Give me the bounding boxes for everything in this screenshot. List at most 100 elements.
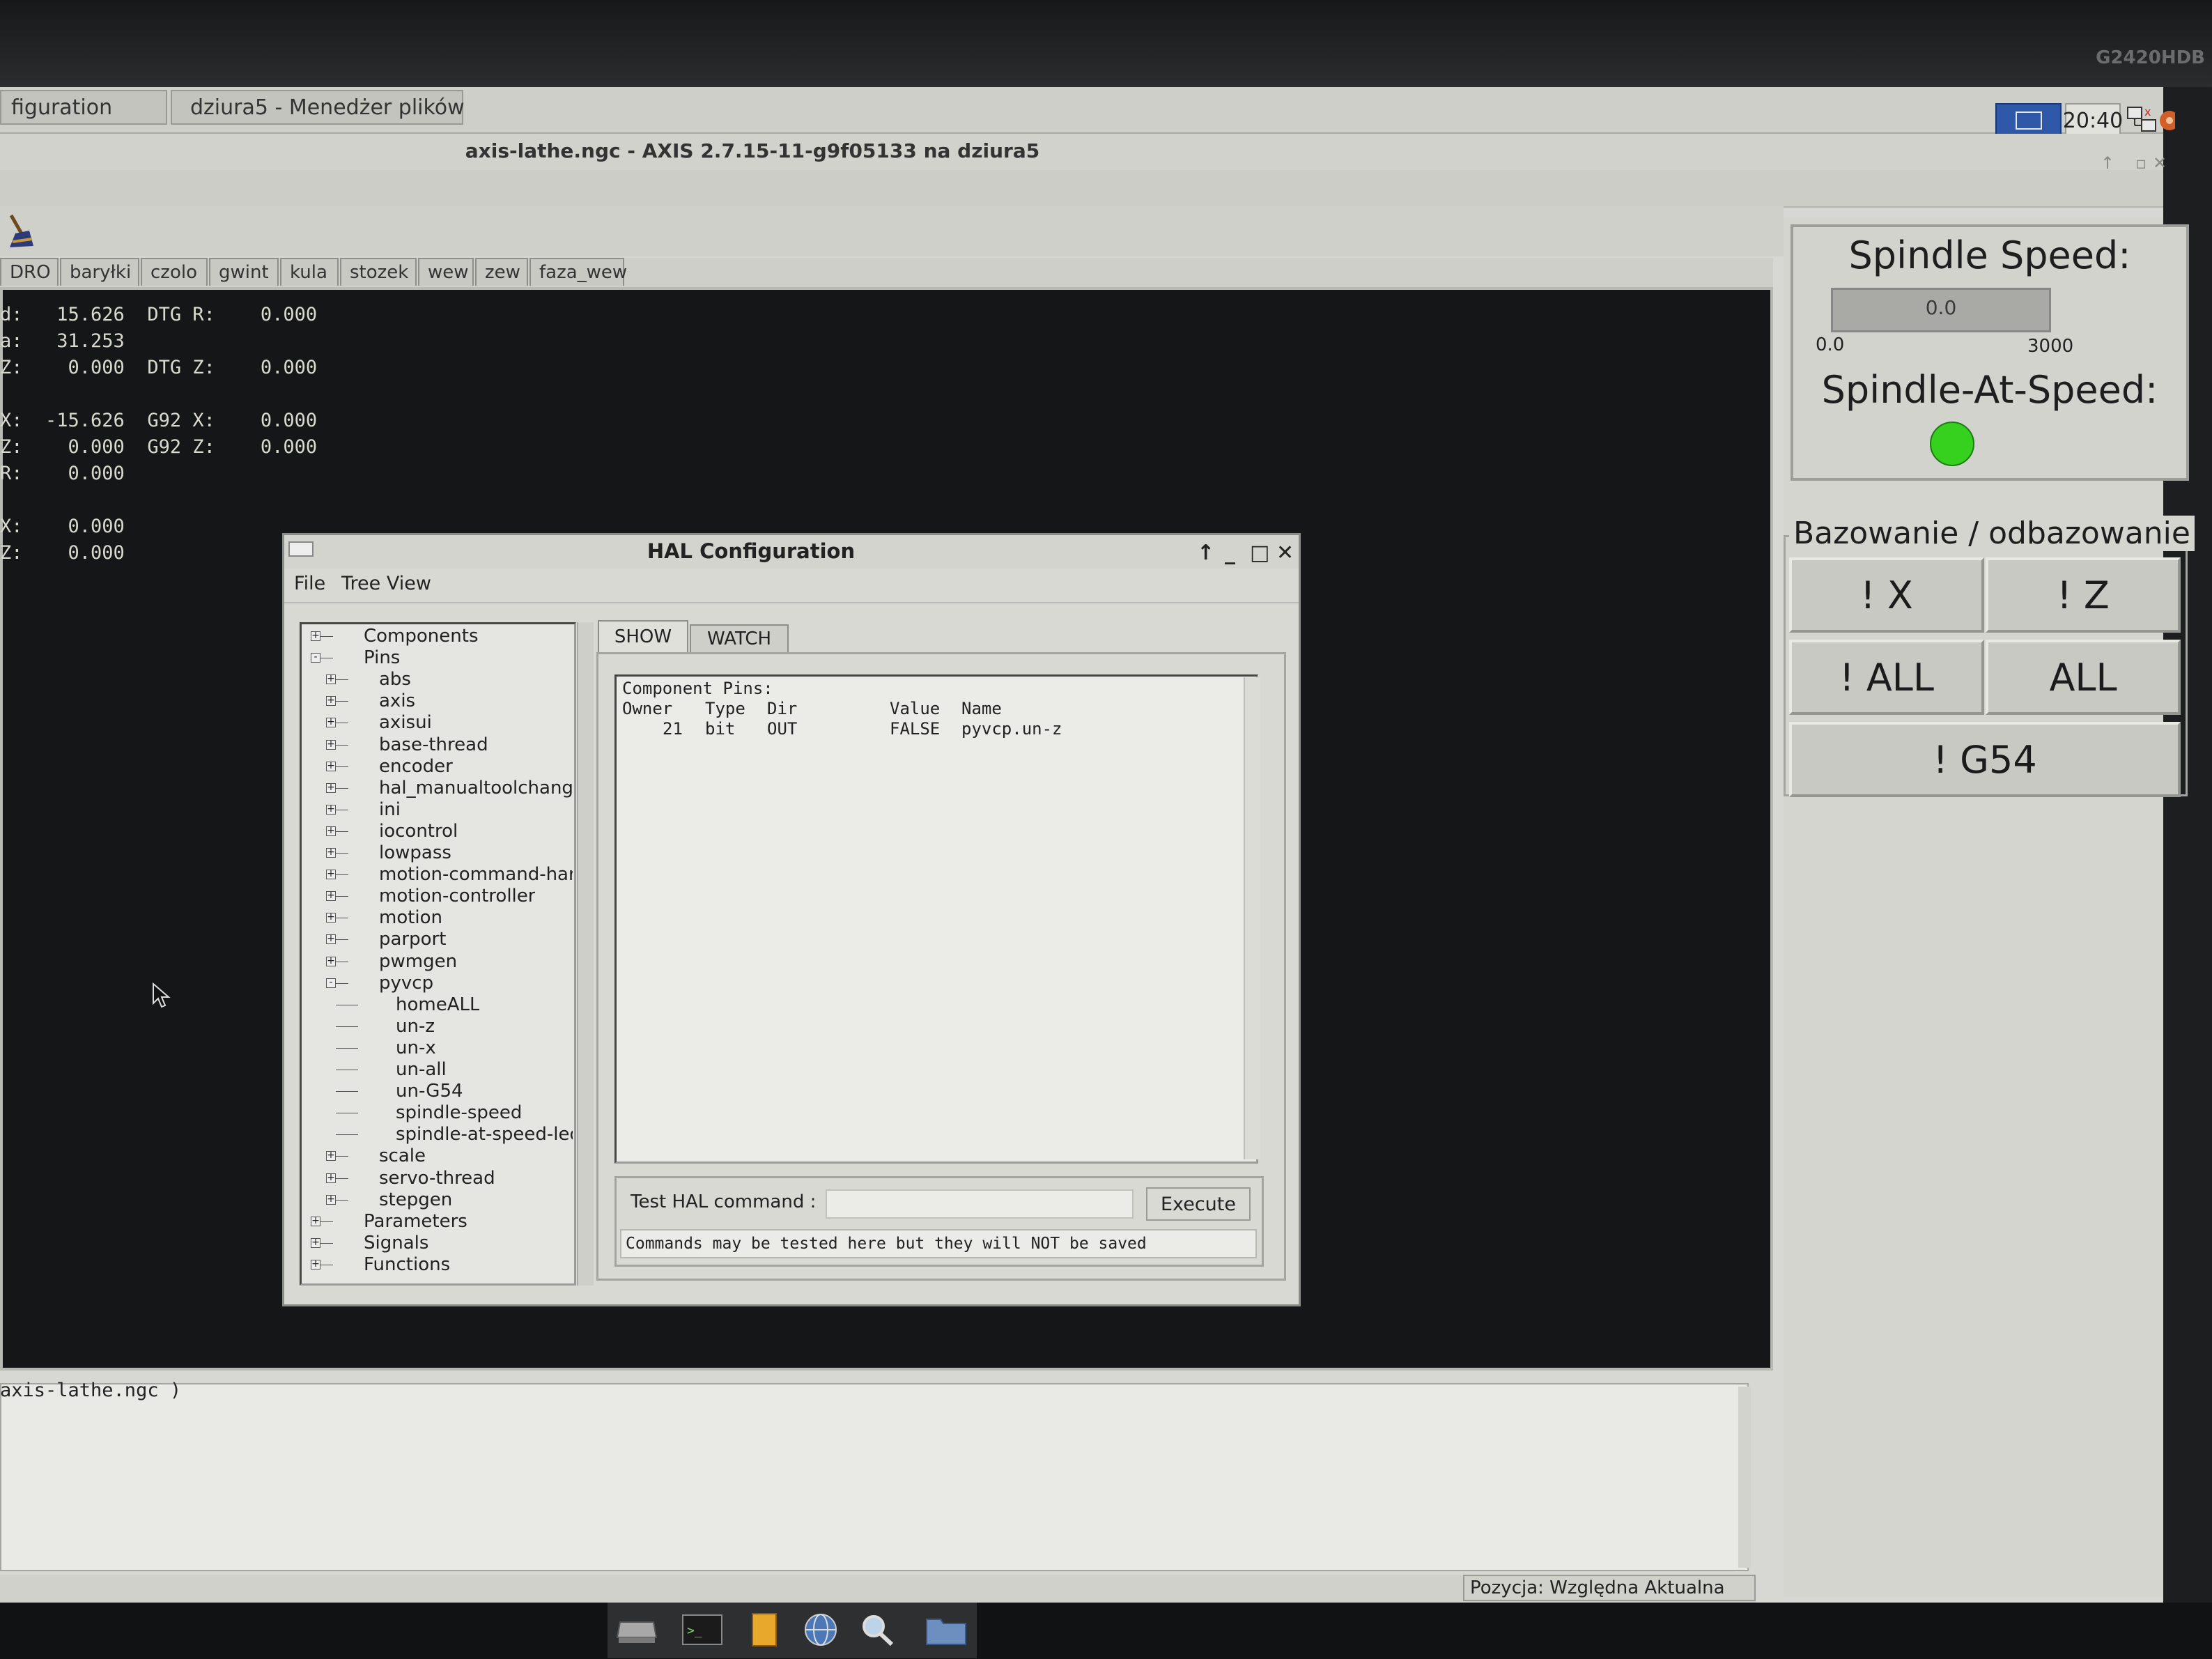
- tab-kula[interactable]: kula: [280, 258, 339, 286]
- task-button-file-manager[interactable]: dziura5 - Menedżer plików: [171, 90, 465, 125]
- expand-icon[interactable]: +: [326, 912, 336, 923]
- drive-icon[interactable]: [614, 1610, 659, 1650]
- collapse-icon[interactable]: -: [326, 978, 336, 988]
- expand-icon[interactable]: +: [326, 674, 336, 684]
- hal-up-icon[interactable]: ↑: [1197, 541, 1214, 565]
- unhome-z-button[interactable]: ! Z: [1986, 557, 2181, 633]
- tab-barylki[interactable]: baryłki: [60, 258, 139, 286]
- pins-heading: Component Pins:: [622, 679, 773, 698]
- expand-icon[interactable]: +: [326, 695, 336, 706]
- expand-icon[interactable]: +: [326, 761, 336, 771]
- globe-icon[interactable]: [798, 1610, 843, 1650]
- expand-icon[interactable]: +: [311, 1216, 320, 1226]
- tab-czolo[interactable]: czolo: [141, 258, 208, 286]
- hal-command-input[interactable]: [826, 1189, 1134, 1219]
- expand-icon[interactable]: +: [326, 1150, 336, 1161]
- tree-item-label: pwmgen: [379, 951, 458, 972]
- expand-icon[interactable]: +: [311, 1259, 320, 1270]
- clock[interactable]: 20:40: [2063, 103, 2123, 138]
- tree-connector: [336, 745, 348, 746]
- axis-tabs: DRO baryłki czolo gwint kula stozek wew …: [0, 258, 1773, 287]
- expand-icon[interactable]: +: [326, 890, 336, 901]
- tree-item-label: Signals: [364, 1233, 429, 1253]
- col-value: Value: [890, 699, 941, 718]
- expand-icon[interactable]: +: [326, 1173, 336, 1183]
- settings-icon[interactable]: [2154, 106, 2175, 135]
- homing-title: Bazowanie / odbazowanie: [1789, 516, 2195, 551]
- tab-wew[interactable]: wew: [418, 258, 474, 286]
- tab-gwint[interactable]: gwint: [209, 258, 279, 286]
- tab-stozek[interactable]: stozek: [340, 258, 417, 286]
- menu-file[interactable]: File: [294, 573, 325, 594]
- clear-plot-icon[interactable]: [6, 213, 39, 250]
- home-all-button[interactable]: ALL: [1986, 640, 2181, 715]
- expand-icon[interactable]: +: [326, 934, 336, 944]
- pins-scrollbar[interactable]: [1244, 677, 1260, 1159]
- tree-item-label: un-all: [396, 1059, 447, 1080]
- pin-name: pyvcp.un-z: [961, 719, 1062, 739]
- spindle-speed-title: Spindle Speed:: [1848, 233, 2131, 277]
- dock: [608, 1603, 977, 1658]
- expand-icon[interactable]: +: [326, 782, 336, 793]
- expand-icon[interactable]: +: [326, 826, 336, 836]
- tree-connector: [336, 983, 348, 984]
- tree-connector: [320, 1221, 333, 1222]
- terminal-icon[interactable]: >_: [680, 1610, 725, 1650]
- spindle-speed-max: 3000: [2027, 336, 2074, 357]
- notes-icon[interactable]: [741, 1610, 786, 1650]
- expand-icon[interactable]: +: [326, 717, 336, 727]
- axis-menubar: [0, 170, 2163, 208]
- gcode-text-area[interactable]: [0, 1383, 1749, 1571]
- hal-maximize-icon[interactable]: □: [1250, 541, 1269, 565]
- tree-connector: [336, 853, 348, 854]
- tree-item-label: un-G54: [396, 1081, 463, 1102]
- tree-item-label: parport: [379, 929, 447, 950]
- search-icon[interactable]: [856, 1610, 900, 1650]
- svg-text:>_: >_: [687, 1623, 702, 1638]
- g54-button[interactable]: ! G54: [1789, 722, 2181, 797]
- tree-item-label: homeALL: [396, 994, 480, 1015]
- expand-icon[interactable]: +: [326, 869, 336, 879]
- hal-minimize-icon[interactable]: _: [1225, 541, 1235, 565]
- monitor-bezel-top: [0, 0, 2212, 87]
- dro-line: X: 0.000: [0, 516, 125, 537]
- tab-show[interactable]: SHOW: [598, 620, 688, 652]
- pins-output[interactable]: [614, 674, 1258, 1164]
- tree-item-label: scale: [379, 1145, 426, 1166]
- expand-icon[interactable]: +: [326, 1194, 336, 1205]
- tree-item-label: abs: [379, 669, 411, 690]
- command-note: Commands may be tested here but they wil…: [620, 1229, 1257, 1258]
- tree-item-label: base-thread: [379, 734, 488, 755]
- mouse-cursor-icon: [153, 982, 171, 1008]
- tree-connector: [336, 1091, 358, 1092]
- tree-connector: [336, 1178, 348, 1179]
- tree-connector: [336, 679, 348, 680]
- expand-icon[interactable]: +: [311, 1237, 320, 1248]
- expand-icon[interactable]: +: [326, 847, 336, 858]
- unhome-x-button[interactable]: ! X: [1789, 557, 1984, 633]
- expand-icon[interactable]: +: [311, 631, 320, 641]
- tree-connector: [336, 896, 348, 897]
- unhome-all-button[interactable]: ! ALL: [1789, 640, 1984, 715]
- execute-button[interactable]: Execute: [1146, 1187, 1251, 1221]
- expand-icon[interactable]: +: [326, 956, 336, 966]
- tab-dro[interactable]: DRO: [0, 258, 59, 286]
- col-type: Type: [705, 699, 745, 718]
- hal-close-icon[interactable]: ✕: [1276, 541, 1294, 565]
- expand-icon[interactable]: +: [326, 739, 336, 750]
- collapse-icon[interactable]: -: [311, 652, 320, 663]
- spindle-speed-min: 0.0: [1816, 334, 1845, 355]
- gcode-scrollbar[interactable]: [1738, 1387, 1751, 1568]
- tab-watch[interactable]: WATCH: [690, 624, 789, 652]
- folder-icon[interactable]: [924, 1610, 968, 1650]
- task-button-hal-config[interactable]: figuration: [0, 90, 167, 125]
- tab-zew[interactable]: zew: [475, 258, 528, 286]
- tab-faza-wew[interactable]: faza_wew: [529, 258, 627, 286]
- position-status: Pozycja: Względna Aktualna: [1463, 1575, 1756, 1601]
- pin-dir: OUT: [767, 719, 798, 739]
- tree-item-label: hal_manualtoolchang: [379, 778, 573, 798]
- expand-icon[interactable]: +: [326, 804, 336, 815]
- tree-scrollbar[interactable]: [577, 622, 594, 1286]
- pin-type: bit: [705, 719, 736, 739]
- menu-tree-view[interactable]: Tree View: [341, 573, 431, 594]
